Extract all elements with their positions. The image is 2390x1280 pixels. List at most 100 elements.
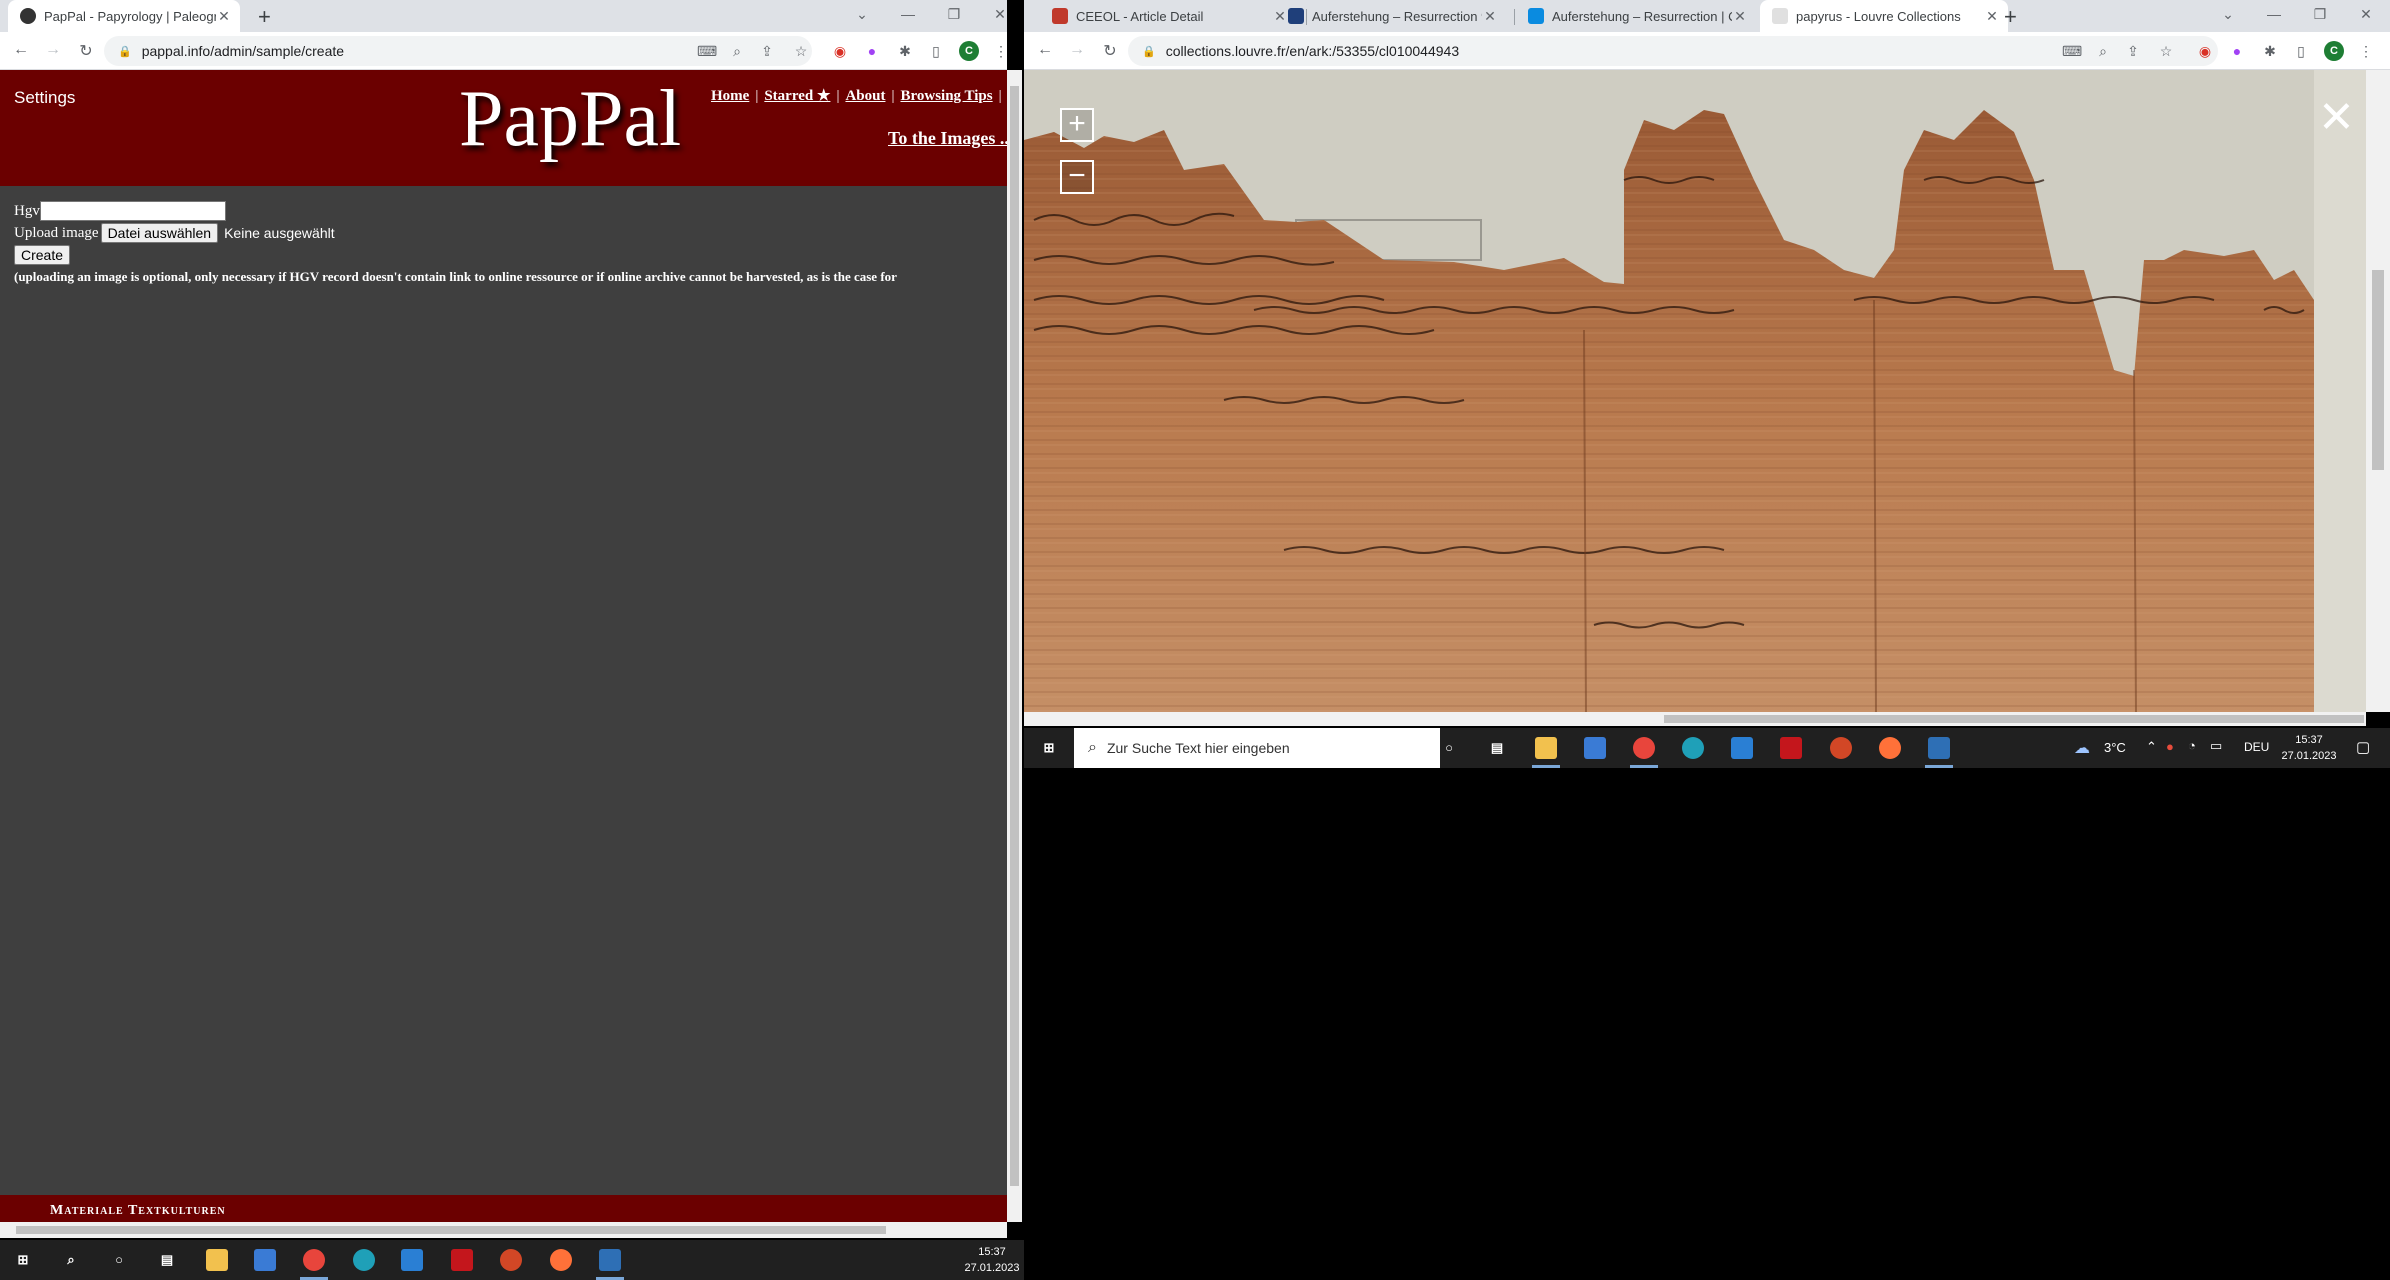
close-tab-icon[interactable]: ✕ [1482, 8, 1498, 25]
new-tab-button[interactable]: + [2004, 4, 2017, 30]
profile-avatar[interactable]: C [2324, 41, 2344, 61]
pappal-logo[interactable]: PapPal [459, 74, 681, 165]
powerpoint-icon[interactable] [500, 1249, 522, 1271]
share-icon[interactable]: ⇪ [2124, 42, 2142, 60]
task-view-icon[interactable]: ▤ [1486, 737, 1508, 759]
nav-browsing-tips-link[interactable]: Browsing Tips [900, 88, 992, 104]
minimize-icon[interactable]: — [2264, 6, 2284, 22]
extension-purple-icon[interactable]: ● [2228, 42, 2246, 60]
photos-icon[interactable] [599, 1249, 621, 1271]
powerpoint-icon[interactable] [1830, 737, 1852, 759]
hscroll-thumb[interactable] [16, 1226, 886, 1234]
reload-icon[interactable]: ↻ [76, 41, 96, 61]
cortana-icon[interactable]: ○ [1438, 737, 1460, 759]
weather-cloud-icon[interactable]: ☁ [2074, 738, 2090, 758]
extensions-puzzle-icon[interactable]: ✱ [896, 42, 914, 60]
language-indicator[interactable]: DEU [2244, 740, 2269, 754]
zoom-icon[interactable]: ⌕ [728, 42, 746, 60]
profile-avatar[interactable]: C [959, 41, 979, 61]
cortana-icon[interactable]: ○ [108, 1249, 130, 1271]
side-panel-icon[interactable]: ▯ [2292, 42, 2310, 60]
file-explorer-icon[interactable] [206, 1249, 228, 1271]
edge-icon[interactable] [353, 1249, 375, 1271]
side-panel-icon[interactable]: ▯ [927, 42, 945, 60]
close-tab-icon[interactable]: ✕ [1984, 8, 2000, 25]
firefox-icon[interactable] [1879, 737, 1901, 759]
battery-icon[interactable]: ▭ [2210, 738, 2222, 754]
tray-chevron-icon[interactable]: ⌃ [2146, 739, 2157, 755]
tab-louvre[interactable]: papyrus - Louvre Collections ✕ [1760, 0, 2008, 32]
right-horizontal-scrollbar[interactable] [1024, 712, 2366, 726]
right-clock[interactable]: 15:37 27.01.2023 [2274, 732, 2344, 764]
zoom-icon[interactable]: ⌕ [2094, 42, 2112, 60]
firefox-icon[interactable] [550, 1249, 572, 1271]
back-icon[interactable]: ← [11, 41, 31, 59]
share-icon[interactable]: ⇪ [758, 42, 776, 60]
forward-icon[interactable]: → [1067, 41, 1087, 59]
task-view-icon[interactable]: ▤ [156, 1249, 178, 1271]
tray-app-icon[interactable]: ● [2166, 739, 2174, 754]
translate-icon[interactable]: ⌨ [2062, 42, 2082, 60]
extension-purple-icon[interactable]: ● [863, 42, 881, 60]
restore-icon[interactable]: ❐ [2310, 6, 2330, 23]
reload-icon[interactable]: ↻ [1100, 41, 1120, 61]
tab-search-icon[interactable]: ⌄ [2218, 6, 2238, 23]
translate-icon[interactable]: ⌨ [697, 42, 717, 60]
tab-pappal[interactable]: PapPal - Papyrology | Paleograph ✕ [8, 0, 240, 32]
to-images-link[interactable]: To the Images ... [888, 128, 1007, 149]
photos-icon[interactable] [1928, 737, 1950, 759]
tab-search-icon[interactable]: ⌄ [852, 6, 872, 23]
windows-start-icon[interactable]: ⊞ [12, 1249, 34, 1271]
nav-about-link[interactable]: About [845, 88, 885, 104]
right-vertical-scrollbar[interactable] [2366, 70, 2390, 712]
back-icon[interactable]: ← [1035, 41, 1055, 59]
chrome-icon[interactable] [303, 1249, 325, 1271]
scroll-thumb[interactable] [2372, 270, 2384, 470]
weather-temp[interactable]: 3°C [2104, 740, 2126, 755]
search-icon[interactable]: ⌕ [60, 1249, 82, 1271]
address-bar[interactable]: 🔒 collections.louvre.fr/en/ark:/53355/cl… [1128, 36, 2218, 66]
close-window-icon[interactable]: ✕ [2356, 6, 2376, 23]
forward-icon[interactable]: → [43, 41, 63, 59]
viewer-close-button[interactable]: ✕ [2318, 92, 2355, 143]
bookmark-star-icon[interactable]: ☆ [2157, 42, 2175, 60]
mail-icon[interactable] [401, 1249, 423, 1271]
network-icon[interactable]: ◔ [2188, 738, 2196, 753]
create-button[interactable]: Create [14, 245, 71, 265]
notification-icon[interactable]: ▢ [2356, 738, 2370, 756]
windows-start-icon[interactable]: ⊞ [1038, 737, 1060, 759]
louvre-image-viewer[interactable]: + − ✕ [1024, 70, 2366, 714]
left-clock[interactable]: 15:37 27.01.2023 [960, 1244, 1024, 1276]
menu-kebab-icon[interactable]: ⋮ [992, 42, 1010, 60]
tab-auferstehung-2[interactable]: Auferstehung – Resurrection | Co ✕ [1516, 0, 1756, 32]
taskbar-search-box[interactable]: ⌕ Zur Suche Text hier eingeben [1074, 728, 1440, 768]
edge-icon[interactable] [1682, 737, 1704, 759]
acrobat-icon[interactable] [1780, 737, 1802, 759]
store-icon[interactable] [254, 1249, 276, 1271]
extensions-puzzle-icon[interactable]: ✱ [2261, 42, 2279, 60]
hscroll-thumb[interactable] [1664, 715, 2364, 723]
left-horizontal-scrollbar[interactable] [0, 1222, 1007, 1238]
acrobat-icon[interactable] [451, 1249, 473, 1271]
scroll-thumb[interactable] [1010, 86, 1019, 1186]
store-icon[interactable] [1584, 737, 1606, 759]
menu-kebab-icon[interactable]: ⋮ [2357, 42, 2375, 60]
new-tab-button[interactable]: + [258, 4, 271, 30]
extension-red-icon[interactable]: ◉ [831, 42, 849, 60]
nav-home-link[interactable]: Home [711, 88, 749, 104]
extension-red-icon[interactable]: ◉ [2196, 42, 2214, 60]
hgv-input[interactable] [39, 201, 226, 221]
zoom-in-button[interactable]: + [1060, 108, 1094, 142]
chrome-icon[interactable] [1633, 737, 1655, 759]
mail-icon[interactable] [1731, 737, 1753, 759]
restore-icon[interactable]: ❐ [944, 6, 964, 23]
close-tab-icon[interactable]: ✕ [216, 8, 232, 25]
nav-starred-link[interactable]: Starred ★ [764, 88, 830, 104]
close-tab-icon[interactable]: ✕ [1732, 8, 1748, 25]
tab-auferstehung-1[interactable]: Auferstehung – Resurrection 978 ✕ [1276, 0, 1506, 32]
zoom-out-button[interactable]: − [1060, 160, 1094, 194]
choose-file-button[interactable]: Datei auswählen [100, 223, 219, 243]
tab-ceeol[interactable]: CEEOL - Article Detail ✕ [1040, 0, 1296, 32]
close-window-icon[interactable]: ✕ [990, 6, 1010, 23]
file-explorer-icon[interactable] [1535, 737, 1557, 759]
